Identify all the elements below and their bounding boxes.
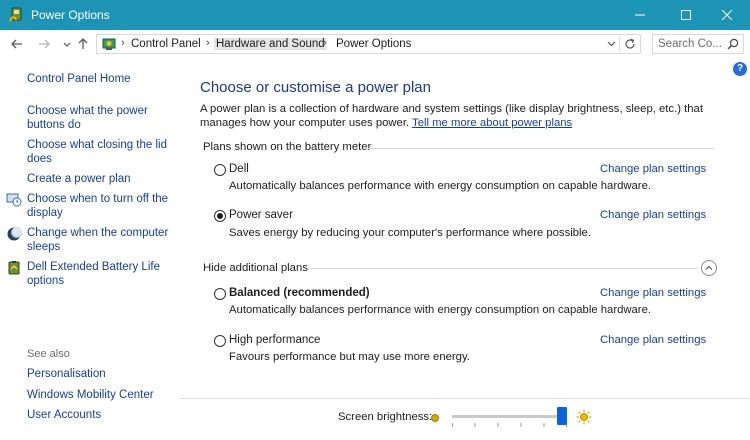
hide-additional-plans-label: Hide additional plans [203,262,308,274]
back-arrow-icon [11,39,22,49]
task-pane: Control Panel Home Choose what the power… [0,58,180,439]
screen-brightness-label: Screen brightness: [338,411,433,423]
control-panel-home-link[interactable]: Control Panel Home [27,72,177,86]
forward-arrow-icon [39,39,50,49]
breadcrumb-separator: › [323,37,327,49]
help-button[interactable]: ? [733,62,747,76]
search-input[interactable]: Search Co... [652,34,744,54]
maximize-icon [681,10,691,20]
plan-name-high-performance[interactable]: High performance [229,334,320,346]
group-divider [366,148,714,149]
chevron-down-icon [63,42,71,47]
slider-ticks [452,423,567,427]
sidebar-link-create-plan[interactable]: Create a power plan [27,172,177,186]
brightness-bar: Screen brightness: [180,398,750,440]
back-button[interactable] [8,35,26,53]
moon-icon [6,226,22,242]
control-panel-icon [101,36,117,52]
breadcrumb-separator: › [206,37,210,49]
sidebar-link-closing-lid[interactable]: Choose what closing the lid does [27,138,177,166]
chevron-down-icon [607,41,616,47]
plan-name-balanced[interactable]: Balanced (recommended) [229,287,370,299]
navigation-bar: › Control Panel › Hardware and Sound › P… [0,30,750,58]
battery-shield-icon [6,260,22,276]
intro-text: A power plan is a collection of hardware… [200,102,730,130]
sidebar-link-dell-battery[interactable]: Dell Extended Battery Life options [27,260,177,288]
monitor-clock-icon [6,192,22,208]
group-divider [308,268,698,269]
battery-meter-group-label: Plans shown on the battery meter [203,141,372,153]
collapse-plans-button[interactable] [701,260,717,276]
breadcrumb-control-panel[interactable]: Control Panel [129,38,203,50]
see-also-personalisation[interactable]: Personalisation [27,367,177,381]
breadcrumb-hardware-and-sound[interactable]: Hardware and Sound [214,38,327,50]
title-bar: Power Options [0,0,750,30]
bright-sun-icon [576,409,592,425]
see-also-user-accounts[interactable]: User Accounts [27,408,177,422]
address-bar[interactable]: › Control Panel › Hardware and Sound › P… [96,34,641,54]
up-button[interactable] [74,35,92,53]
search-icon [727,38,739,50]
breadcrumb-power-options[interactable]: Power Options [334,38,413,50]
plan-description-power-saver: Saves energy by reducing your computer's… [229,227,591,239]
brightness-slider-thumb[interactable] [557,407,567,425]
plan-radio-power-saver[interactable] [214,210,226,222]
refresh-icon [625,38,635,49]
page-title: Choose or customise a power plan [200,79,431,96]
plan-description-balanced: Automatically balances performance with … [229,304,651,316]
close-icon [721,9,733,21]
up-arrow-icon [78,38,88,49]
divider [619,37,620,51]
plan-radio-high-performance[interactable] [214,335,226,347]
sidebar-link-computer-sleeps[interactable]: Change when the computer sleeps [27,226,177,254]
see-also-mobility-center[interactable]: Windows Mobility Center [27,388,177,402]
change-plan-settings-dell[interactable]: Change plan settings [600,163,706,175]
minimize-button[interactable] [617,0,663,30]
brightness-slider-track[interactable] [452,415,567,418]
plan-radio-balanced[interactable] [214,288,226,300]
plan-description-high-performance: Favours performance but may use more ene… [229,351,470,363]
search-placeholder: Search Co... [658,38,722,50]
maximize-button[interactable] [663,0,709,30]
change-plan-settings-high-performance[interactable]: Change plan settings [600,334,706,346]
plan-radio-dell[interactable] [214,164,226,176]
plan-name-power-saver[interactable]: Power saver [229,209,293,221]
minimize-icon [635,14,645,16]
plan-description-dell: Automatically balances performance with … [229,180,651,192]
change-plan-settings-power-saver[interactable]: Change plan settings [600,209,706,221]
change-plan-settings-balanced[interactable]: Change plan settings [600,287,706,299]
see-also-heading: See also [27,348,70,360]
window-title: Power Options [31,8,110,22]
plan-name-dell[interactable]: Dell [229,163,249,175]
sidebar-link-turn-off-display[interactable]: Choose when to turn off the display [27,192,177,220]
power-options-icon [8,7,24,23]
forward-button[interactable] [35,35,53,53]
address-dropdown-button[interactable] [603,35,619,53]
chevron-up-icon [705,265,713,270]
refresh-button[interactable] [622,36,638,52]
sidebar-link-power-buttons[interactable]: Choose what the power buttons do [27,104,177,132]
dim-sun-icon [431,414,439,422]
learn-more-link[interactable]: Tell me more about power plans [412,117,572,129]
breadcrumb-separator: › [121,37,125,49]
close-button[interactable] [704,0,750,30]
